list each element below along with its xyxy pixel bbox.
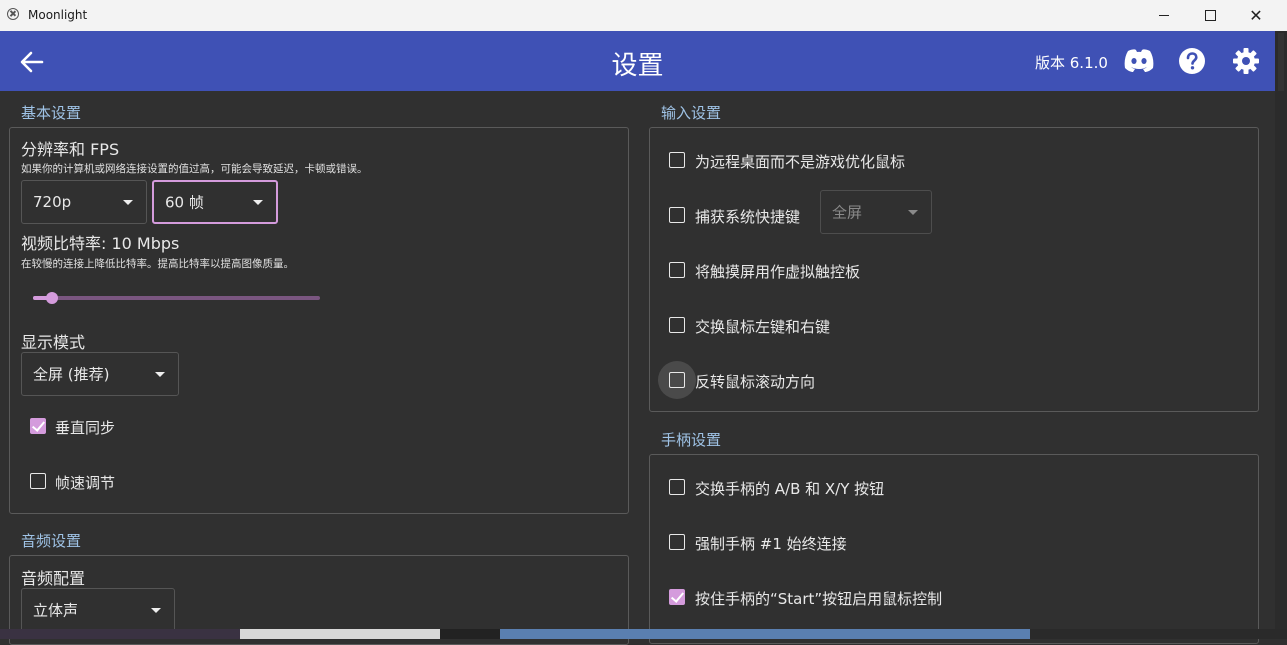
- touchscreen-trackpad-label[interactable]: 将触摸屏用作虚拟触控板: [695, 261, 860, 282]
- app-header: 设置 版本 6.1.0: [0, 31, 1275, 91]
- swap-mouse-buttons-checkbox[interactable]: [669, 317, 685, 333]
- chevron-down-icon: [253, 200, 263, 205]
- swap-face-buttons-label[interactable]: 交换手柄的 A/B 和 X/Y 按钮: [695, 478, 884, 499]
- chevron-down-icon: [123, 200, 133, 205]
- capture-shortcuts-mode-value: 全屏: [832, 203, 863, 222]
- fps-select[interactable]: 60 帧: [152, 180, 278, 224]
- resolution-fps-hint: 如果你的计算机或网络连接设置的值过高，可能会导致延迟，卡顿或错误。: [21, 163, 368, 175]
- display-mode-value: 全屏 (推荐): [33, 365, 110, 384]
- audio-config-select[interactable]: 立体声: [21, 588, 175, 632]
- audio-settings-heading: 音频设置: [21, 532, 82, 550]
- touchscreen-trackpad-checkbox[interactable]: [669, 262, 685, 278]
- display-mode-title: 显示模式: [21, 333, 86, 352]
- swap-face-buttons-checkbox[interactable]: [669, 479, 685, 495]
- reverse-scroll-checkbox[interactable]: [669, 372, 685, 388]
- start-mouse-control-checkbox[interactable]: [669, 589, 685, 605]
- frame-pacing-checkbox[interactable]: [30, 473, 46, 489]
- minimize-icon: [1159, 15, 1169, 16]
- capture-shortcuts-mode-select[interactable]: 全屏: [820, 190, 932, 234]
- vsync-label[interactable]: 垂直同步: [55, 417, 115, 438]
- basic-settings-heading: 基本设置: [21, 104, 82, 122]
- bitrate-slider[interactable]: [33, 296, 320, 300]
- window-edge: [1275, 31, 1287, 639]
- chevron-down-icon: [151, 608, 161, 613]
- gamepad-settings-heading: 手柄设置: [661, 431, 722, 449]
- chevron-down-icon: [908, 210, 918, 215]
- help-button[interactable]: [1178, 47, 1206, 75]
- frame-pacing-label[interactable]: 帧速调节: [55, 472, 115, 493]
- resolution-fps-title: 分辨率和 FPS: [21, 140, 120, 159]
- force-gamepad-checkbox[interactable]: [669, 534, 685, 550]
- audio-config-title: 音频配置: [21, 569, 86, 588]
- gear-icon: [1233, 48, 1259, 74]
- maximize-button[interactable]: [1187, 0, 1233, 31]
- close-button[interactable]: ✕: [1233, 0, 1279, 31]
- bitrate-title: 视频比特率: 10 Mbps: [21, 234, 180, 253]
- optimize-mouse-checkbox[interactable]: [669, 152, 685, 168]
- reverse-scroll-label[interactable]: 反转鼠标滚动方向: [695, 371, 815, 392]
- moonlight-app-icon: [7, 8, 19, 20]
- capture-shortcuts-checkbox[interactable]: [669, 207, 685, 223]
- close-icon: ✕: [1249, 5, 1263, 25]
- window-title: Moonlight: [28, 8, 88, 22]
- bitrate-hint: 在较慢的连接上降低比特率。提高比特率以提高图像质量。: [21, 258, 294, 270]
- minimize-button[interactable]: [1141, 0, 1187, 31]
- start-mouse-control-label[interactable]: 按住手柄的“Start”按钮启用鼠标控制: [695, 588, 942, 609]
- audio-config-value: 立体声: [33, 601, 79, 620]
- capture-shortcuts-label[interactable]: 捕获系统快捷键: [695, 206, 800, 227]
- bitrate-slider-handle[interactable]: [46, 292, 58, 304]
- settings-button[interactable]: [1232, 47, 1260, 75]
- resolution-value: 720p: [33, 193, 72, 211]
- optimize-mouse-label[interactable]: 为远程桌面而不是游戏优化鼠标: [695, 151, 905, 172]
- help-icon: [1179, 48, 1205, 74]
- version-label: 版本 6.1.0: [1035, 54, 1108, 72]
- resolution-select[interactable]: 720p: [21, 180, 147, 224]
- desktop-background-strip: [0, 629, 1287, 639]
- fps-value: 60 帧: [165, 193, 204, 212]
- display-mode-select[interactable]: 全屏 (推荐): [21, 352, 179, 396]
- input-settings-heading: 输入设置: [661, 104, 722, 122]
- force-gamepad-label[interactable]: 强制手柄 #1 始终连接: [695, 533, 847, 554]
- swap-mouse-buttons-label[interactable]: 交换鼠标左键和右键: [695, 316, 830, 337]
- maximize-icon: [1204, 10, 1216, 21]
- window-titlebar: Moonlight ✕: [0, 0, 1287, 31]
- discord-icon: [1124, 49, 1154, 72]
- vsync-checkbox[interactable]: [30, 418, 46, 434]
- chevron-down-icon: [155, 372, 165, 377]
- discord-button[interactable]: [1121, 47, 1157, 75]
